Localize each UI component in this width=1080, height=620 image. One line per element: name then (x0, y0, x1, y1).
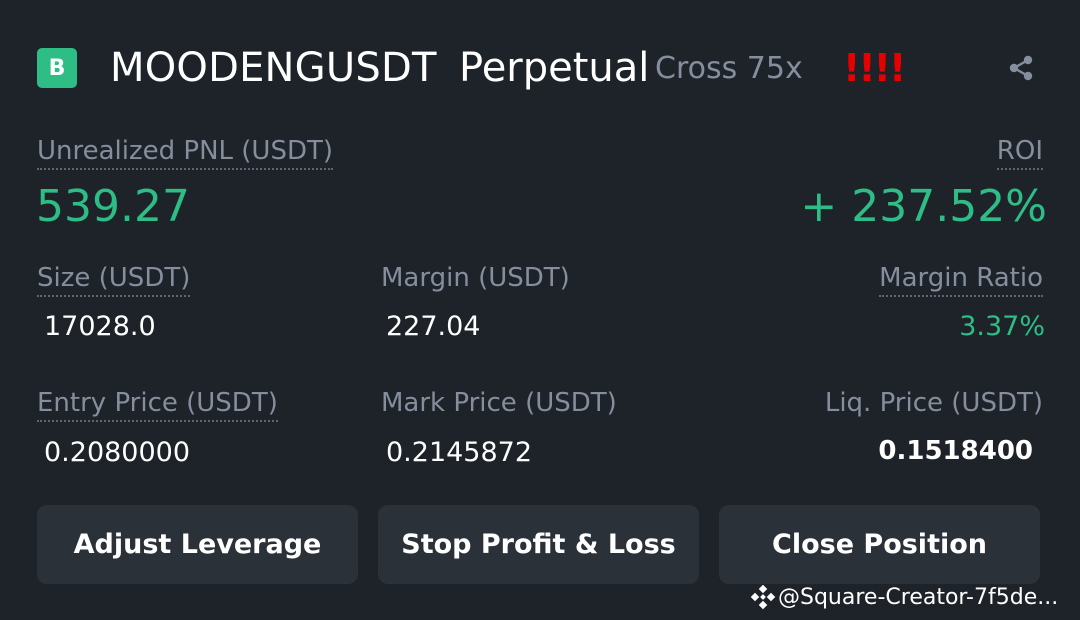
warning-marks: !!!! (843, 46, 906, 90)
entry-price-label[interactable]: Entry Price (USDT) (37, 386, 278, 422)
adjust-leverage-button[interactable]: Adjust Leverage (37, 505, 358, 584)
roi-label[interactable]: ROI (996, 134, 1043, 170)
share-icon[interactable] (1005, 52, 1037, 84)
symbol-name[interactable]: MOODENGUSDT (110, 44, 437, 92)
close-position-button[interactable]: Close Position (719, 505, 1040, 584)
binance-badge-icon: B (37, 48, 77, 88)
binance-square-logo-icon (750, 585, 776, 610)
mark-price-label: Mark Price (USDT) (381, 388, 617, 418)
margin-ratio-label[interactable]: Margin Ratio (879, 261, 1043, 297)
margin-ratio-value: 3.37% (959, 311, 1045, 342)
creator-watermark: @Square-Creator-7f5de... (750, 582, 1080, 614)
size-value: 17028.0 (44, 311, 156, 342)
margin-label: Margin (USDT) (381, 263, 570, 293)
stop-profit-loss-button[interactable]: Stop Profit & Loss (378, 505, 699, 584)
unrealized-pnl-value: 539.27 (36, 181, 190, 232)
roi-value: + 237.52% (800, 181, 1047, 232)
liq-price-label: Liq. Price (USDT) (824, 388, 1043, 418)
size-label[interactable]: Size (USDT) (37, 261, 191, 297)
margin-value: 227.04 (386, 311, 481, 342)
liq-price-value: 0.1518400 (878, 436, 1033, 466)
position-card: B MOODENGUSDT Perpetual Cross 75x !!!! U… (0, 0, 1080, 620)
contract-type: Perpetual (459, 45, 650, 91)
unrealized-pnl-label[interactable]: Unrealized PNL (USDT) (37, 134, 334, 170)
position-header: B MOODENGUSDT Perpetual Cross 75x !!!! (37, 44, 1047, 92)
watermark-text: @Square-Creator-7f5de... (778, 585, 1059, 610)
margin-mode-leverage[interactable]: Cross 75x (655, 50, 803, 88)
mark-price-value: 0.2145872 (386, 437, 533, 468)
entry-price-value: 0.2080000 (44, 437, 191, 468)
